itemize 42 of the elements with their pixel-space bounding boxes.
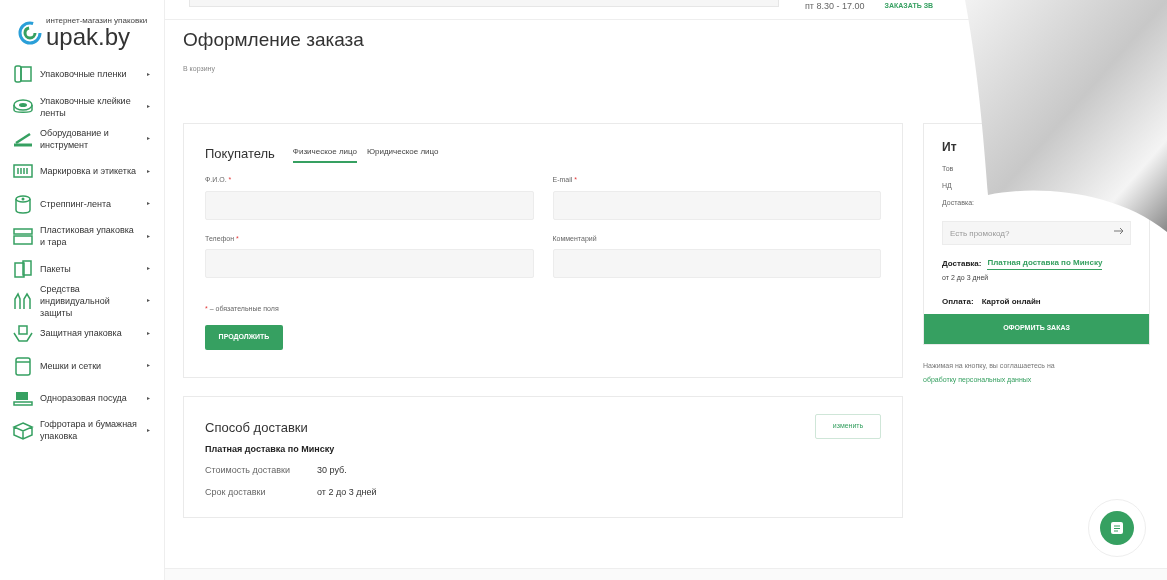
arrow-right-icon[interactable] — [1114, 226, 1124, 235]
category-icon — [12, 64, 34, 85]
delivery-value: от 2 до 3 дней — [317, 485, 377, 499]
category-icon — [12, 323, 34, 344]
category-link[interactable]: Одноразовая посуда — [40, 392, 141, 405]
category-icon — [12, 226, 34, 247]
category-link[interactable]: Мешки и сетки — [40, 359, 141, 372]
card-title: Покупатель — [205, 144, 275, 163]
card-title: Способ доставки — [205, 418, 308, 437]
logo-text: upak.by — [46, 25, 131, 49]
category-link[interactable]: Пакеты — [40, 262, 141, 275]
category-link[interactable]: Стреппинг-лента — [40, 197, 141, 210]
category-icon — [12, 193, 34, 214]
card-title: Ит — [942, 138, 958, 156]
note-icon — [1110, 521, 1124, 535]
category-icon — [12, 355, 34, 376]
delivery-method: Платная доставка по Минску — [205, 442, 336, 456]
category-icon — [12, 258, 34, 279]
payment-label: Оплата: — [942, 295, 974, 308]
promo-code-field[interactable]: Есть промокод? — [942, 221, 1131, 245]
working-hours: пт 8.30 - 17.00 — [805, 1, 865, 11]
delivery-label: Срок доставки — [205, 485, 267, 499]
category-link[interactable]: Гофротара и бумажная упаковка — [40, 418, 141, 443]
delivery-label: Стоимость доставки — [205, 464, 292, 477]
category-link[interactable]: Упаковочные пленки — [40, 68, 141, 81]
category-icon — [12, 420, 34, 441]
category-link[interactable]: Упаковочные клейкие ленты — [40, 94, 141, 119]
category-link[interactable]: Оборудование и инструмент — [40, 126, 141, 151]
category-link[interactable]: Маркировка и этикетка — [40, 165, 141, 178]
logo-icon — [18, 21, 42, 45]
payment-value: Картой онлайн — [981, 295, 1041, 308]
delivery-value: 30 руб. — [317, 464, 347, 477]
customer-type-tab[interactable]: Юридическое лицо — [366, 146, 439, 163]
category-link[interactable]: Средства индивидуальной защиты — [40, 282, 141, 319]
delivery-label: Доставка: — [942, 257, 982, 270]
category-link[interactable]: Пластиковая упаковка и тара — [40, 224, 141, 249]
logo-tagline: интернет-магазин упаковки — [46, 17, 149, 25]
page-title: Оформление заказа — [183, 28, 365, 52]
category-link[interactable]: Защитная упаковка — [40, 327, 141, 340]
search-bar[interactable] — [189, 0, 779, 7]
category-icon — [12, 290, 34, 311]
customer-type-tab[interactable]: Физическое лицо — [292, 146, 357, 163]
